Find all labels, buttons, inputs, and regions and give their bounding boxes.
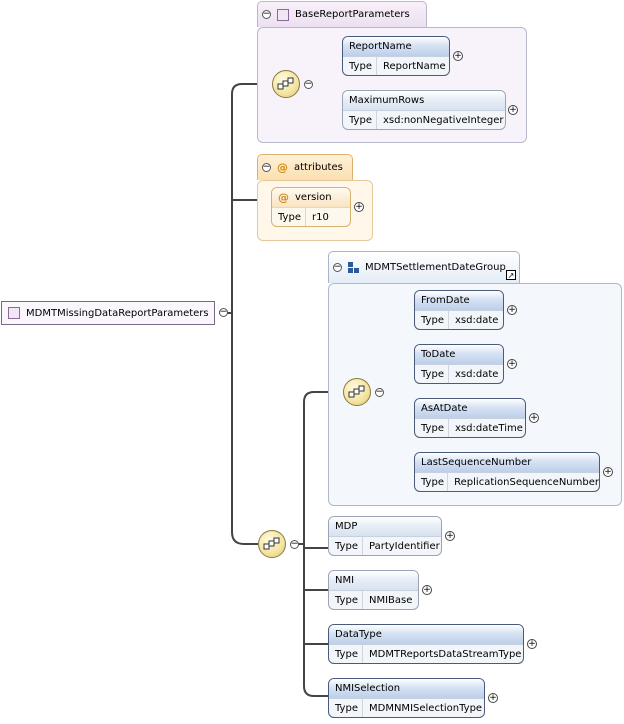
type-key: Type <box>343 111 377 129</box>
attribute-name: version <box>295 192 332 203</box>
settlement-date-group-tab[interactable]: − MDMTSettlementDateGroup <box>328 251 520 283</box>
element-name: NMI <box>329 571 418 591</box>
plus-icon[interactable]: + <box>488 693 498 703</box>
element-from-date[interactable]: FromDate Type xsd:date <box>414 290 504 330</box>
base-report-parameters-tab[interactable]: − BaseReportParameters <box>257 1 427 27</box>
plus-icon[interactable]: + <box>508 105 518 115</box>
group-icon <box>348 262 359 273</box>
element-name: AsAtDate <box>415 399 525 419</box>
type-value: MDMTReportsDataStreamType <box>369 649 522 660</box>
element-to-date[interactable]: ToDate Type xsd:date <box>414 344 504 384</box>
element-name: MaximumRows <box>343 91 505 111</box>
type-key: Type <box>329 699 363 717</box>
type-value: xsd:date <box>455 369 499 380</box>
plus-icon[interactable]: + <box>603 467 613 477</box>
sequence-glyph <box>263 537 280 550</box>
sequence-glyph <box>348 385 365 398</box>
attribute-icon: @ <box>277 161 288 174</box>
root-element[interactable]: MDMTMissingDataReportParameters <box>1 301 215 325</box>
sequence-compositor-icon[interactable] <box>272 70 300 98</box>
element-name: MDP <box>329 517 441 537</box>
collapse-icon[interactable]: − <box>262 163 271 172</box>
plus-icon[interactable]: + <box>507 305 517 315</box>
settlement-group-label: MDMTSettlementDateGroup <box>365 262 506 273</box>
type-key: Type <box>329 591 363 609</box>
base-group-label: BaseReportParameters <box>295 9 410 20</box>
collapse-icon[interactable]: − <box>375 388 384 397</box>
plus-icon[interactable]: + <box>527 639 537 649</box>
element-name: NMISelection <box>329 679 484 699</box>
element-nmi-selection[interactable]: NMISelection Type MDMNMISelectionType <box>328 678 485 718</box>
collapse-icon[interactable]: − <box>333 263 342 272</box>
element-name: ToDate <box>415 345 503 365</box>
attributes-label: attributes <box>294 162 343 173</box>
type-key: Type <box>329 537 363 555</box>
element-name: DataType <box>329 625 523 645</box>
collapse-icon[interactable]: − <box>304 80 313 89</box>
element-last-sequence-number[interactable]: LastSequenceNumber Type ReplicationSequen… <box>414 452 600 492</box>
element-name: ReportName <box>343 37 449 57</box>
element-mdp[interactable]: MDP Type PartyIdentifier <box>328 516 442 556</box>
element-data-type[interactable]: DataType Type MDMTReportsDataStreamType <box>328 624 524 664</box>
collapse-icon[interactable]: − <box>219 308 228 317</box>
type-key: Type <box>415 311 449 329</box>
type-value: r10 <box>312 212 329 223</box>
collapse-icon[interactable]: − <box>262 10 271 19</box>
type-key: Type <box>329 645 363 663</box>
attributes-tab[interactable]: − @ attributes <box>257 154 353 180</box>
sequence-glyph <box>277 77 294 90</box>
element-maximum-rows[interactable]: MaximumRows Type xsd:nonNegativeInteger <box>342 90 506 130</box>
type-value: MDMNMISelectionType <box>369 703 483 714</box>
plus-icon[interactable]: + <box>422 585 432 595</box>
external-link-icon[interactable]: ↗ <box>506 270 516 280</box>
type-key: Type <box>415 419 449 437</box>
sequence-compositor-icon[interactable] <box>258 530 286 558</box>
type-value: NMIBase <box>369 595 413 606</box>
attribute-icon: @ <box>278 191 289 204</box>
element-as-at-date[interactable]: AsAtDate Type xsd:dateTime <box>414 398 526 438</box>
type-value: xsd:dateTime <box>455 423 523 434</box>
plus-icon[interactable]: + <box>445 531 455 541</box>
type-value: PartyIdentifier <box>369 541 440 552</box>
type-value: xsd:nonNegativeInteger <box>383 115 504 126</box>
plus-icon[interactable]: + <box>453 51 463 61</box>
type-value: xsd:date <box>455 315 499 326</box>
plus-icon[interactable]: + <box>354 202 364 212</box>
type-value: ReplicationSequenceNumber <box>454 477 599 488</box>
sequence-compositor-icon[interactable] <box>343 378 371 406</box>
collapse-icon[interactable]: − <box>290 540 299 549</box>
type-key: Type <box>415 365 449 383</box>
plus-icon[interactable]: + <box>507 359 517 369</box>
type-key: Type <box>343 57 377 75</box>
element-icon <box>8 307 20 319</box>
element-name: FromDate <box>415 291 503 311</box>
type-key: Type <box>272 208 306 226</box>
plus-icon[interactable]: + <box>529 413 539 423</box>
element-name: LastSequenceNumber <box>415 453 599 473</box>
element-report-name[interactable]: ReportName Type ReportName <box>342 36 450 76</box>
element-nmi[interactable]: NMI Type NMIBase <box>328 570 419 610</box>
type-value: ReportName <box>383 61 446 72</box>
type-key: Type <box>415 473 449 491</box>
attribute-version[interactable]: @ version Type r10 <box>271 187 351 227</box>
root-label: MDMTMissingDataReportParameters <box>26 307 209 319</box>
complex-type-icon <box>277 8 289 21</box>
